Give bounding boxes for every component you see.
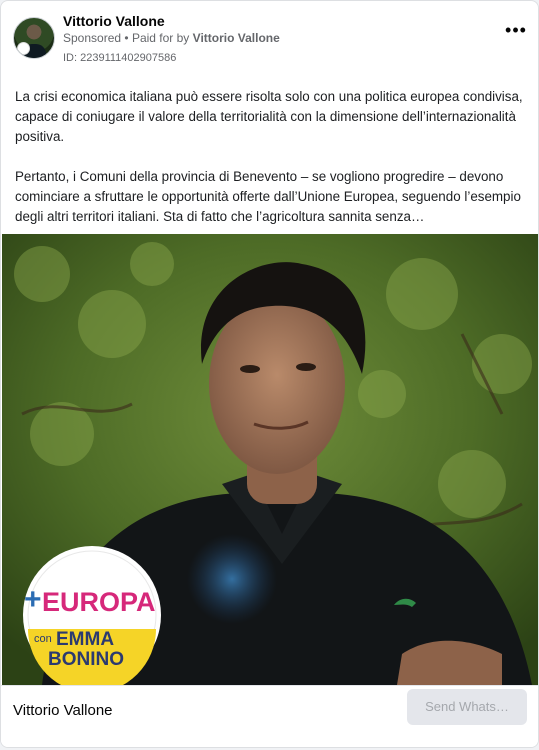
ad-image-graphic: + EUROPA con EMMA BONINO bbox=[2, 234, 538, 685]
logo-emma: EMMA bbox=[56, 629, 114, 650]
ad-body-text: La crisi economica italiana può essere r… bbox=[15, 87, 525, 227]
send-whatsapp-button[interactable]: Send Whats… bbox=[407, 689, 527, 725]
ad-card: Vittorio Vallone Sponsored • Paid for by… bbox=[0, 0, 539, 748]
paid-for-prefix: Paid for by bbox=[131, 31, 190, 45]
ad-header: Vittorio Vallone Sponsored • Paid for by… bbox=[13, 11, 528, 71]
paid-for-name: Vittorio Vallone bbox=[192, 31, 280, 45]
avatar-badge bbox=[17, 42, 30, 55]
logo-con: con bbox=[34, 633, 52, 645]
more-options-button[interactable]: ••• bbox=[504, 21, 528, 41]
page-name[interactable]: Vittorio Vallone bbox=[63, 13, 165, 29]
more-horizontal-icon: ••• bbox=[505, 20, 527, 40]
ad-footer: Vittorio Vallone Send Whats… bbox=[1, 685, 538, 747]
europa-logo: + EUROPA con EMMA BONINO bbox=[23, 546, 161, 685]
sponsored-line: Sponsored • Paid for by Vittorio Vallone bbox=[63, 31, 280, 45]
body-paragraph-2: Pertanto, i Comuni della provincia di Be… bbox=[15, 169, 525, 224]
lens-flare bbox=[187, 534, 277, 624]
logo-bonino: BONINO bbox=[48, 649, 124, 670]
ad-id: ID: 2239111402907586 bbox=[63, 52, 177, 64]
separator-dot: • bbox=[124, 31, 129, 45]
logo-europa: EUROPA bbox=[42, 587, 156, 617]
logo-plus: + bbox=[24, 583, 42, 616]
body-paragraph-1: La crisi economica italiana può essere r… bbox=[15, 89, 527, 144]
ad-image[interactable]: + EUROPA con EMMA BONINO bbox=[2, 234, 538, 685]
page-avatar[interactable] bbox=[13, 17, 55, 59]
footer-title[interactable]: Vittorio Vallone bbox=[13, 702, 113, 719]
sponsored-label: Sponsored bbox=[63, 31, 122, 45]
